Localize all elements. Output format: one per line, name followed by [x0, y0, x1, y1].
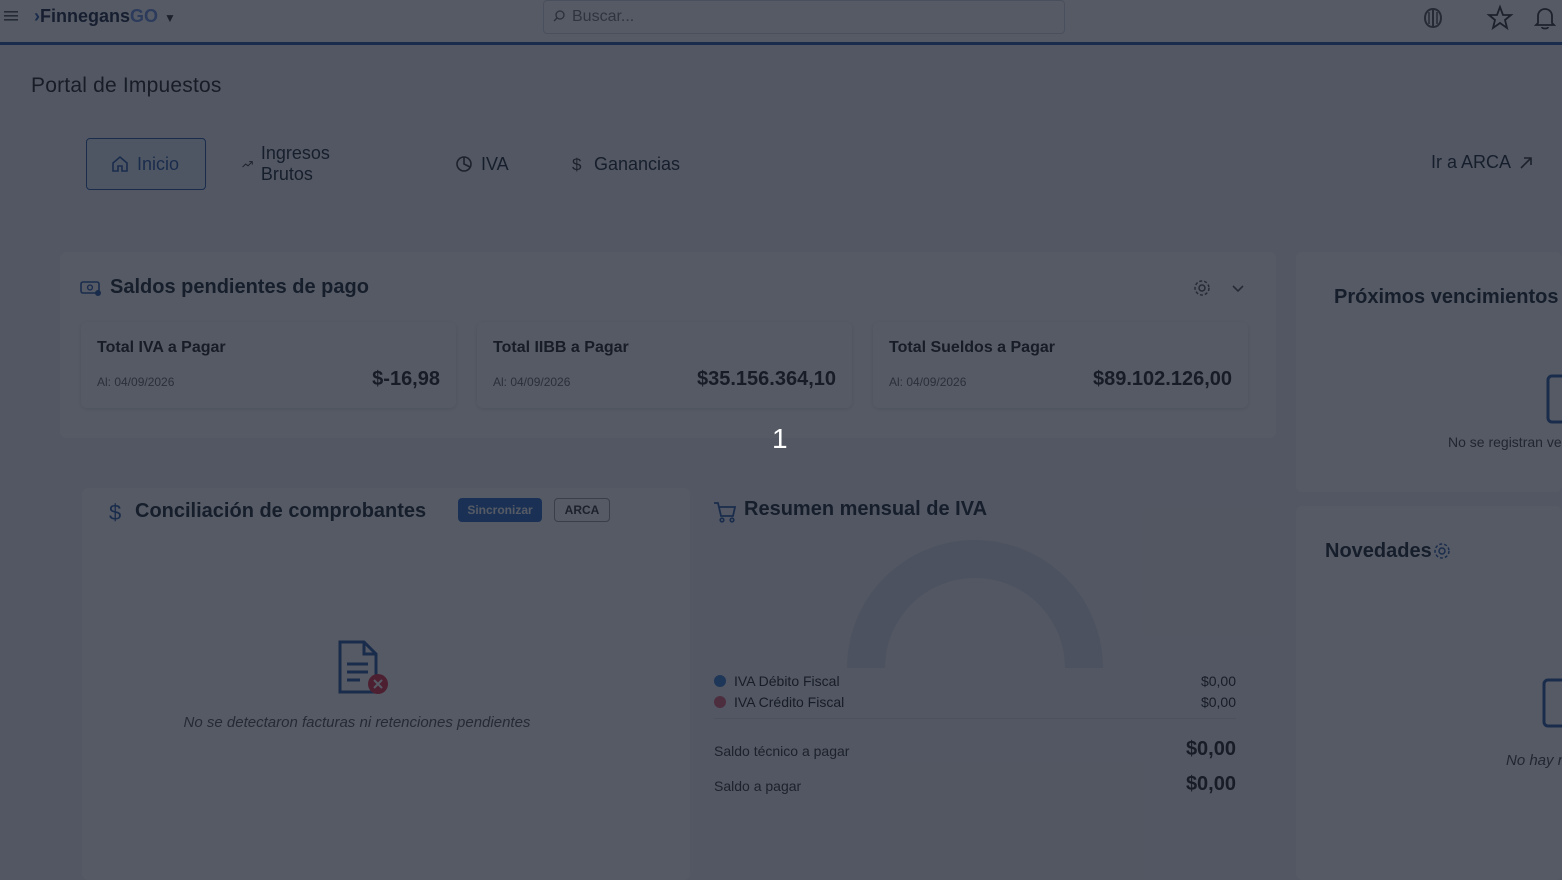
calendar-icon: [1546, 374, 1562, 424]
search-input[interactable]: [570, 5, 1054, 29]
ir-a-arca-label: Ir a ARCA: [1431, 152, 1512, 172]
logo-suffix: GO: [130, 6, 159, 26]
svg-text:$: $: [572, 155, 582, 173]
saldos-pendientes-card: Saldos pendientes de pago Total IVA a Pa…: [60, 252, 1276, 438]
arca-button[interactable]: ARCA: [554, 498, 610, 522]
card-date: Al: 04/09/2026: [493, 375, 571, 389]
app-logo[interactable]: ›FinnegansGO ▼: [34, 6, 176, 27]
tab-label: Ingresos Brutos: [260, 143, 330, 184]
card-label: Total IIBB a Pagar: [493, 339, 629, 356]
tab-ingresos-brutos[interactable]: Ingresos Brutos: [242, 138, 337, 190]
gauge-track: [847, 540, 1103, 668]
external-link-icon: [1520, 156, 1532, 169]
logo-text: Finnegans: [40, 6, 131, 26]
tab-label: Ganancias: [594, 153, 681, 174]
legend-label: IVA Crédito Fiscal: [734, 694, 845, 710]
empty-state-text: No hay n: [1506, 752, 1562, 769]
legend-dot: [714, 696, 726, 708]
tab-label: IVA: [481, 153, 509, 174]
saldos-title: Saldos pendientes de pago: [110, 276, 369, 298]
sincronizar-button[interactable]: Sincronizar: [458, 498, 542, 522]
svg-text:$: $: [109, 500, 121, 524]
home-icon: [112, 155, 128, 172]
dollar-icon: $: [109, 500, 121, 524]
brain-icon[interactable]: [1419, 4, 1447, 32]
saldo-a-pagar-value: $0,00: [1185, 773, 1236, 795]
card-date: Al: 04/09/2026: [889, 375, 967, 389]
card-amount: $-16,98: [372, 368, 440, 390]
empty-state-text: No se detectaron facturas ni retenciones…: [183, 714, 531, 731]
trending-up-icon: [242, 161, 253, 168]
conciliacion-title: Conciliación de comprobantes: [135, 500, 427, 522]
step-indicator: 1: [772, 423, 788, 454]
card-amount: $89.102.126,00: [1092, 368, 1232, 390]
total-iva-card: Total IVA a Pagar Al: 04/09/2026 $-16,98: [81, 322, 456, 408]
saldo-tecnico-row: Saldo técnico a pagar $0,00: [714, 738, 1236, 760]
dollar-icon: $: [572, 155, 582, 173]
divider: [714, 718, 1236, 719]
tab-inicio[interactable]: Inicio: [86, 138, 206, 190]
saldo-tecnico-value: $0,00: [1185, 738, 1236, 760]
empty-state-text: No se registran ve: [1448, 434, 1562, 450]
proximos-title: Próximos vencimientos: [1334, 286, 1559, 308]
search-box[interactable]: [543, 0, 1065, 34]
card-date: Al: 04/09/2026: [97, 375, 175, 389]
gear-icon[interactable]: [1193, 279, 1211, 297]
cash-icon: [80, 281, 101, 296]
chevron-down-icon[interactable]: ▼: [164, 11, 176, 25]
card-amount: $35.156.364,10: [696, 368, 836, 390]
document-error-icon: [338, 640, 388, 694]
legend-value: $0,00: [1200, 673, 1236, 689]
tab-iva[interactable]: IVA: [455, 138, 509, 190]
clipboard-icon: [1542, 678, 1562, 728]
search-icon: [553, 10, 565, 22]
legend-debito: IVA Débito Fiscal $0,00: [714, 673, 1236, 689]
legend-credito: IVA Crédito Fiscal $0,00: [714, 694, 1236, 710]
page-title: Portal de Impuestos: [31, 74, 222, 97]
novedades-card: Novedades No hay n: [1296, 506, 1562, 880]
legend-value: $0,00: [1200, 694, 1236, 710]
conciliacion-card: $ Conciliación de comprobantes Sincroniz…: [82, 488, 690, 880]
tab-label: Inicio: [137, 153, 180, 174]
card-label: Total IVA a Pagar: [97, 339, 226, 356]
legend-dot: [714, 675, 726, 687]
saldo-a-pagar-label: Saldo a pagar: [714, 778, 802, 794]
iva-gauge-chart: [847, 540, 1103, 668]
top-bar: ›FinnegansGO ▼: [0, 0, 1562, 45]
star-icon[interactable]: [1486, 4, 1514, 32]
total-sueldos-card: Total Sueldos a Pagar Al: 04/09/2026 $89…: [873, 322, 1248, 408]
shopping-cart-icon: [714, 502, 737, 523]
pie-chart-icon: [456, 156, 472, 172]
proximos-vencimientos-card: Próximos vencimientos No se registran ve: [1296, 252, 1562, 492]
saldo-a-pagar-row: Saldo a pagar $0,00: [714, 773, 1236, 795]
resumen-iva-title: Resumen mensual de IVA: [744, 498, 988, 520]
ir-a-arca-link[interactable]: Ir a ARCA: [1431, 152, 1533, 173]
hamburger-menu-icon[interactable]: [4, 9, 18, 27]
gear-icon[interactable]: [1433, 542, 1451, 560]
novedades-title: Novedades: [1325, 540, 1432, 562]
tab-ganancias[interactable]: $ Ganancias: [570, 138, 680, 190]
bell-icon[interactable]: [1531, 4, 1559, 32]
chevron-down-icon[interactable]: [1230, 280, 1246, 296]
total-iibb-card: Total IIBB a Pagar Al: 04/09/2026 $35.15…: [477, 322, 852, 408]
legend-label: IVA Débito Fiscal: [734, 673, 840, 689]
saldo-tecnico-label: Saldo técnico a pagar: [714, 743, 850, 759]
card-label: Total Sueldos a Pagar: [889, 339, 1055, 356]
